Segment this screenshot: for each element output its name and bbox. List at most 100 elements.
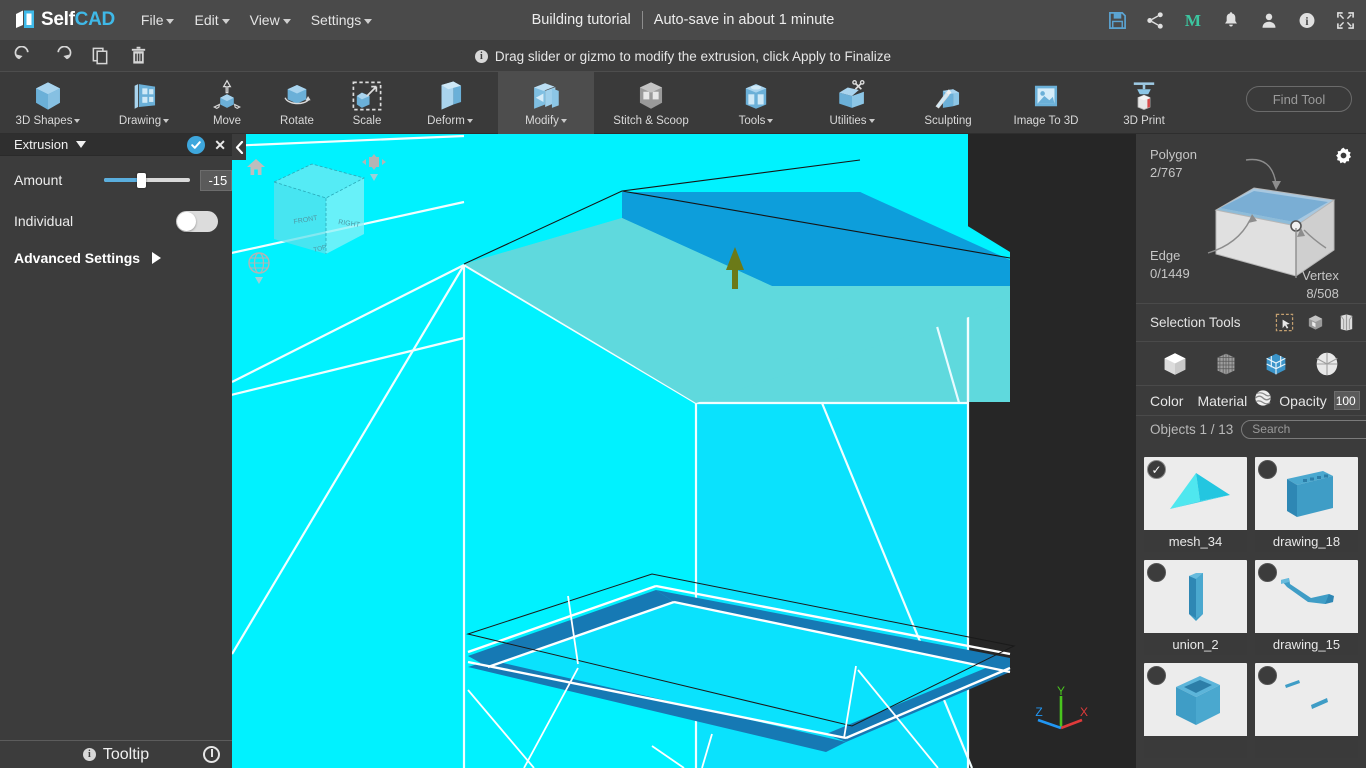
save-icon[interactable] <box>1106 9 1128 31</box>
polygon-info: Polygon 2/767 <box>1150 146 1197 182</box>
copy-icon[interactable] <box>86 44 114 68</box>
object-card-drawing-18[interactable]: drawing_18 <box>1255 457 1358 552</box>
chevron-down-icon[interactable] <box>76 141 87 148</box>
tool-3d-print-label: 3D Print <box>1123 115 1165 127</box>
axis-z-label: Z <box>1035 705 1042 719</box>
selfcad-app: SelfCAD File Edit View Settings Building… <box>0 0 1366 768</box>
object-checkbox[interactable] <box>1258 563 1277 582</box>
tool-tools[interactable]: Tools <box>708 72 804 134</box>
object-checkbox[interactable] <box>1147 563 1166 582</box>
object-card-mesh-34[interactable]: ✓ mesh_34 <box>1144 457 1247 552</box>
amount-input[interactable] <box>200 169 233 191</box>
selection-tools-label: Selection Tools <box>1150 315 1241 330</box>
polygon-label: Polygon <box>1150 147 1197 162</box>
axis-x-label: X <box>1080 705 1088 719</box>
document-title[interactable]: Building tutorial <box>532 12 631 28</box>
lasso-select-icon[interactable] <box>1337 313 1356 332</box>
box-select-icon[interactable] <box>1306 313 1325 332</box>
share-icon[interactable] <box>1144 9 1166 31</box>
objects-search-wrap <box>1241 419 1366 439</box>
menu-edit[interactable]: Edit <box>184 8 239 32</box>
object-checkbox[interactable]: ✓ <box>1147 460 1166 479</box>
object-checkbox[interactable] <box>1258 460 1277 479</box>
chevron-down-icon <box>163 118 170 123</box>
opacity-input[interactable] <box>1333 391 1360 410</box>
menu-view-label: View <box>249 12 280 28</box>
stitch-icon <box>634 77 668 114</box>
object-card-openbox[interactable] <box>1144 663 1247 758</box>
amount-slider[interactable] <box>104 171 191 189</box>
object-checkbox[interactable] <box>1147 666 1166 685</box>
find-tool-input[interactable] <box>1246 86 1352 112</box>
tool-drawing[interactable]: Drawing <box>96 72 192 134</box>
user-account-icon[interactable] <box>1258 9 1280 31</box>
pan-icon[interactable] <box>362 154 386 186</box>
color-label: Color <box>1150 392 1184 409</box>
geometry-selection-info: Polygon 2/767 Edge 0/1449 Vertex 8/508 <box>1136 134 1366 304</box>
extrusion-panel-title: Extrusion <box>14 137 69 152</box>
object-checkbox[interactable] <box>1258 666 1277 685</box>
tool-move[interactable]: Move <box>192 72 262 134</box>
individual-toggle[interactable] <box>176 210 218 232</box>
apply-button[interactable] <box>187 135 206 154</box>
tool-image-to-3d-label: Image To 3D <box>1013 115 1079 127</box>
delete-icon[interactable] <box>124 44 152 68</box>
extrusion-panel-header: Extrusion ✕ <box>0 134 232 156</box>
tool-3d-print[interactable]: 3D Print <box>1096 72 1192 134</box>
undo-icon[interactable] <box>10 44 38 68</box>
axis-gizmo[interactable]: Y X Z <box>1032 686 1090 734</box>
menu-settings-label: Settings <box>310 12 362 28</box>
collapse-left-panel-button[interactable] <box>232 134 246 160</box>
opacity-label: Opacity <box>1279 392 1327 409</box>
tool-modify-label: Modify <box>525 115 567 127</box>
tool-image-to-3d[interactable]: Image To 3D <box>996 72 1096 134</box>
axis-y-label: Y <box>1057 686 1065 698</box>
app-logo[interactable]: SelfCAD <box>14 9 115 31</box>
tool-3d-shapes[interactable]: 3D Shapes <box>0 72 96 134</box>
tool-stitch-and-scoop[interactable]: Stitch & Scoop <box>594 72 708 134</box>
vertex-mode-icon[interactable] <box>1209 347 1243 381</box>
fullscreen-icon[interactable] <box>1334 9 1356 31</box>
brand-cad: CAD <box>74 9 116 30</box>
deform-icon <box>433 77 467 114</box>
move-icon <box>210 77 244 114</box>
m-logo-icon[interactable]: M <box>1182 9 1204 31</box>
top-right-icons: M i <box>1106 0 1356 40</box>
object-card-lines[interactable] <box>1255 663 1358 758</box>
polygon-mode-icon[interactable] <box>1259 347 1293 381</box>
menu-file[interactable]: File <box>131 8 185 32</box>
tool-utilities[interactable]: Utilities <box>804 72 900 134</box>
power-icon[interactable] <box>203 746 220 763</box>
advanced-settings-row[interactable]: Advanced Settings <box>0 250 232 266</box>
slider-track[interactable] <box>104 173 191 188</box>
menu-settings[interactable]: Settings <box>301 8 383 32</box>
tool-deform[interactable]: Deform <box>402 72 498 134</box>
material-icon[interactable] <box>1254 389 1272 412</box>
rotate-icon <box>280 77 314 114</box>
object-card-drawing-15[interactable]: drawing_15 <box>1255 560 1358 655</box>
close-panel-button[interactable]: ✕ <box>214 138 226 152</box>
notifications-bell-icon[interactable] <box>1220 9 1242 31</box>
advanced-settings-label: Advanced Settings <box>14 250 141 266</box>
left-tool-panel: Extrusion ✕ Amount -15 Individual Advanc… <box>0 134 244 768</box>
objects-search-input[interactable] <box>1241 419 1366 439</box>
edge-mode-icon[interactable] <box>1310 347 1344 381</box>
rectangle-select-icon[interactable] <box>1275 313 1294 332</box>
tool-tools-label: Tools <box>739 115 774 127</box>
slider-handle[interactable] <box>137 173 147 188</box>
tool-rotate[interactable]: Rotate <box>262 72 332 134</box>
menu-view[interactable]: View <box>240 8 301 32</box>
tool-modify[interactable]: Modify <box>498 72 594 134</box>
tool-sculpting[interactable]: Sculpting <box>900 72 996 134</box>
objects-count-label: Objects 1 / 13 <box>1150 421 1234 437</box>
object-mode-icon[interactable] <box>1158 347 1192 381</box>
info-icon[interactable]: i <box>1296 9 1318 31</box>
redo-icon[interactable] <box>48 44 76 68</box>
orbit-icon[interactable] <box>244 249 274 289</box>
svg-text:i: i <box>1305 16 1308 28</box>
modify-icon <box>529 77 563 114</box>
3d-viewport[interactable]: FRONT RIGHT TOP Y X Z <box>232 134 1136 768</box>
tool-scale[interactable]: Scale <box>332 72 402 134</box>
object-card-union-2[interactable]: union_2 <box>1144 560 1247 655</box>
main-toolbar: 3D Shapes Drawing Move Rotate Scale Defo… <box>0 72 1366 134</box>
